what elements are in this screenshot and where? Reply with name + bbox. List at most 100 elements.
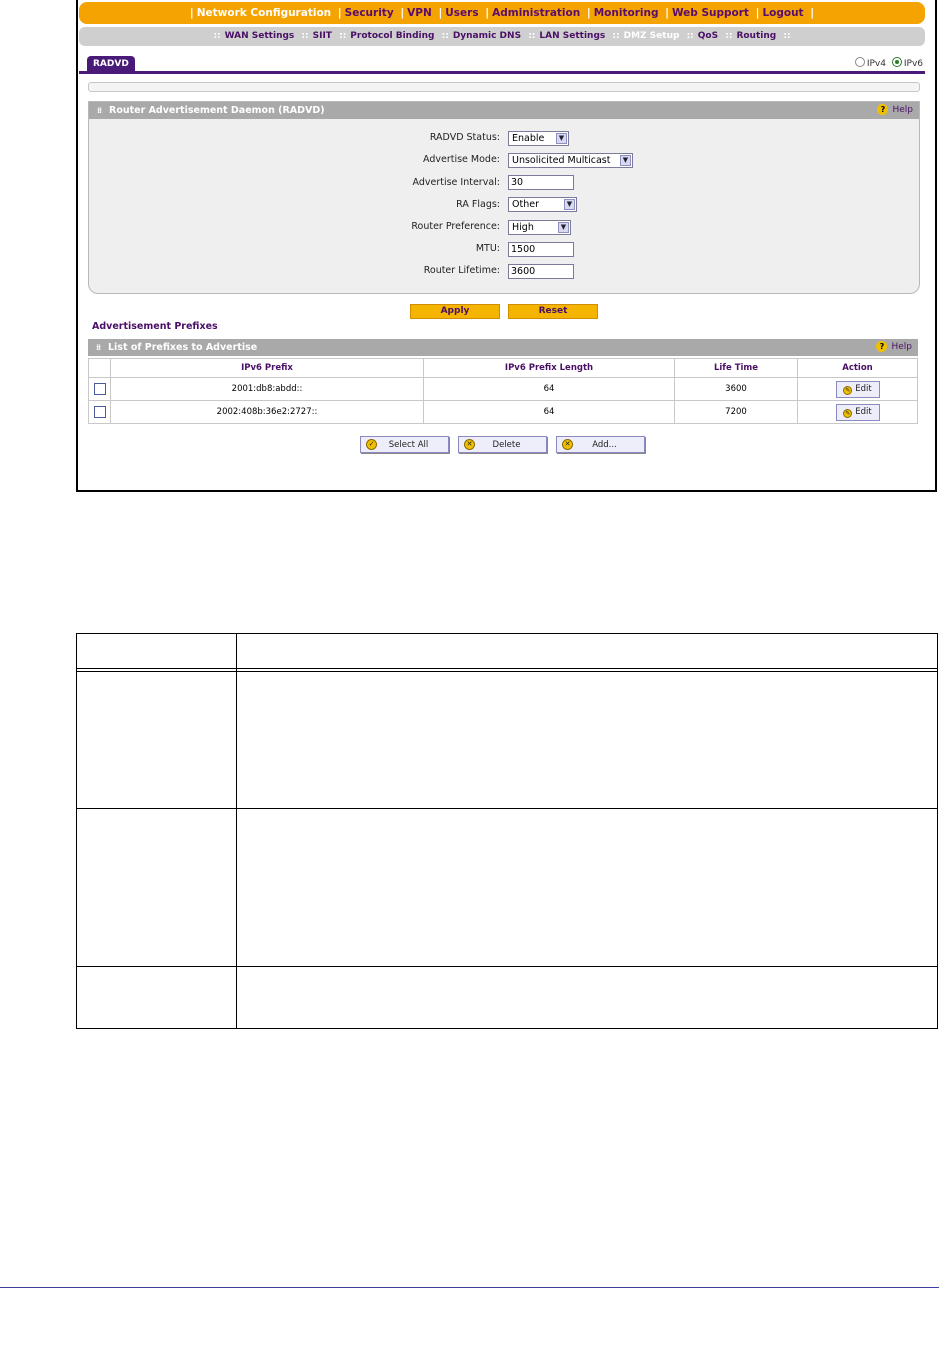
table-divider — [236, 633, 237, 1029]
column-header-life-time: Life Time — [674, 358, 798, 378]
nav-users[interactable]: Users — [445, 7, 478, 19]
column-header-prefix-length: IPv6 Prefix Length — [423, 358, 675, 378]
router-lifetime-input[interactable]: 3600 — [508, 264, 574, 279]
mtu-input[interactable]: 1500 — [508, 242, 574, 257]
tab-radvd[interactable]: RADVD — [87, 56, 135, 72]
nav-security[interactable]: Security — [345, 7, 394, 19]
prefix-length-cell: 64 — [423, 400, 675, 424]
help-label: Help — [892, 105, 913, 115]
advertise-mode-value: Unsolicited Multicast — [512, 155, 611, 166]
subnav-dmz-setup[interactable]: DMZ Setup — [624, 31, 680, 41]
row-select-cell — [88, 400, 111, 424]
advertisement-prefixes-heading: Advertisement Prefixes — [92, 321, 218, 332]
subnav-dynamic-dns[interactable]: Dynamic DNS — [453, 31, 521, 41]
subnav-siit[interactable]: SIIT — [313, 31, 332, 41]
prefixes-help-link[interactable]: ? Help — [876, 339, 912, 356]
top-navigation: | Network Configuration | Security | VPN | U… — [79, 2, 925, 24]
subnav-qos[interactable]: QoS — [698, 31, 718, 41]
select-all-button[interactable]: ✓ Select All — [360, 436, 449, 453]
nav-network-configuration[interactable]: Network Configuration — [197, 7, 331, 19]
radvd-section-title: Router Advertisement Daemon (RADVD) — [109, 105, 325, 116]
chevron-down-icon: ▼ — [556, 133, 567, 144]
radvd-status-select[interactable]: Enable ▼ — [508, 131, 569, 146]
select-column-header — [88, 358, 111, 378]
radvd-status-value: Enable — [512, 133, 545, 144]
prefixes-section-title: List of Prefixes to Advertise — [108, 342, 258, 353]
ipv4-label: IPv4 — [866, 59, 886, 69]
help-label: Help — [891, 342, 912, 352]
radvd-status-label: RADVD Status: — [429, 132, 500, 143]
subnav-routing[interactable]: Routing — [736, 31, 776, 41]
subnav-lan-settings[interactable]: LAN Settings — [539, 31, 605, 41]
column-header-prefix: IPv6 Prefix — [110, 358, 424, 378]
pencil-icon: ✎ — [843, 385, 853, 395]
nav-administration[interactable]: Administration — [492, 7, 580, 19]
tab-underline — [79, 71, 925, 74]
action-cell: ✎ Edit — [797, 400, 918, 424]
chevron-down-icon: ▼ — [564, 199, 575, 210]
prefix-table: IPv6 Prefix IPv6 Prefix Length Life Time… — [88, 358, 918, 424]
table-divider — [76, 808, 938, 809]
add-label: Add... — [592, 440, 617, 450]
nav-web-support[interactable]: Web Support — [672, 7, 749, 19]
status-bar — [88, 82, 920, 92]
radvd-section-header: ⁞⁞ Router Advertisement Daemon (RADVD) ? H… — [89, 102, 919, 119]
advertise-mode-select[interactable]: Unsolicited Multicast ▼ — [508, 153, 633, 168]
router-preference-select[interactable]: High ▼ — [508, 220, 571, 235]
nav-logout[interactable]: Logout — [762, 7, 803, 19]
help-icon: ? — [877, 104, 889, 115]
pencil-icon: ✎ — [843, 408, 853, 418]
column-header-action: Action — [797, 358, 918, 378]
delete-label: Delete — [492, 440, 521, 450]
ra-flags-label: RA Flags: — [456, 199, 500, 210]
nav-monitoring[interactable]: Monitoring — [594, 7, 659, 19]
nav-vpn[interactable]: VPN — [407, 7, 432, 19]
apply-button[interactable]: Apply — [410, 304, 500, 319]
table-header-row: IPv6 Prefix IPv6 Prefix Length Life Time… — [88, 358, 918, 378]
row-checkbox[interactable] — [93, 406, 106, 418]
ra-flags-value: Other — [512, 199, 539, 210]
table-divider — [76, 966, 938, 967]
table-row: 2001:db8:abdd:: 64 3600 ✎ Edit — [88, 377, 918, 401]
prefix-cell: 2002:408b:36e2:2727:: — [110, 400, 424, 424]
ipv6-label: IPv6 — [903, 59, 923, 69]
edit-label: Edit — [855, 383, 872, 394]
ipv6-radio[interactable] — [891, 57, 902, 67]
row-checkbox[interactable] — [93, 383, 106, 395]
advertise-mode-label: Advertise Mode: — [423, 154, 500, 165]
advertise-interval-input[interactable]: 30 — [508, 175, 574, 190]
prefix-length-cell: 64 — [423, 377, 675, 401]
table-row: 2002:408b:36e2:2727:: 64 7200 ✎ Edit — [88, 400, 918, 424]
edit-button[interactable]: ✎ Edit — [835, 403, 880, 421]
add-button[interactable]: ✕ Add... — [556, 436, 645, 453]
help-icon: ? — [876, 341, 888, 352]
footer-rule — [0, 1287, 939, 1288]
subnav-protocol-binding[interactable]: Protocol Binding — [350, 31, 434, 41]
grip-icon: ⁞⁞ — [97, 106, 102, 115]
life-time-cell: 3600 — [674, 377, 798, 401]
subnav-wan-settings[interactable]: WAN Settings — [225, 31, 295, 41]
edit-button[interactable]: ✎ Edit — [835, 380, 880, 398]
delete-button[interactable]: ✕ Delete — [458, 436, 547, 453]
edit-label: Edit — [855, 406, 872, 417]
chevron-down-icon: ▼ — [558, 222, 569, 233]
life-time-cell: 7200 — [674, 400, 798, 424]
grip-icon: ⁞⁞ — [96, 343, 101, 352]
router-lifetime-label: Router Lifetime: — [423, 265, 500, 276]
ipv4-radio[interactable] — [854, 57, 865, 67]
prefix-cell: 2001:db8:abdd:: — [110, 377, 424, 401]
router-preference-value: High — [512, 222, 534, 233]
radvd-help-link[interactable]: ? Help — [877, 102, 913, 119]
chevron-down-icon: ▼ — [620, 155, 631, 166]
radvd-section: ⁞⁞ Router Advertisement Daemon (RADVD) ? H… — [88, 101, 920, 294]
select-all-label: Select All — [388, 440, 429, 450]
reset-button[interactable]: Reset — [508, 304, 598, 319]
table-divider — [76, 671, 938, 672]
sub-navigation: :: WAN Settings :: SIIT :: Protocol Binding… — [79, 27, 925, 46]
table-divider — [76, 668, 938, 669]
row-select-cell — [88, 377, 111, 401]
ra-flags-select[interactable]: Other ▼ — [508, 197, 577, 212]
prefixes-section-header: ⁞⁞ List of Prefixes to Advertise ? Help — [88, 339, 918, 356]
router-preference-label: Router Preference: — [411, 221, 500, 232]
ip-version-toggle: IPv4 IPv6 — [854, 57, 923, 69]
